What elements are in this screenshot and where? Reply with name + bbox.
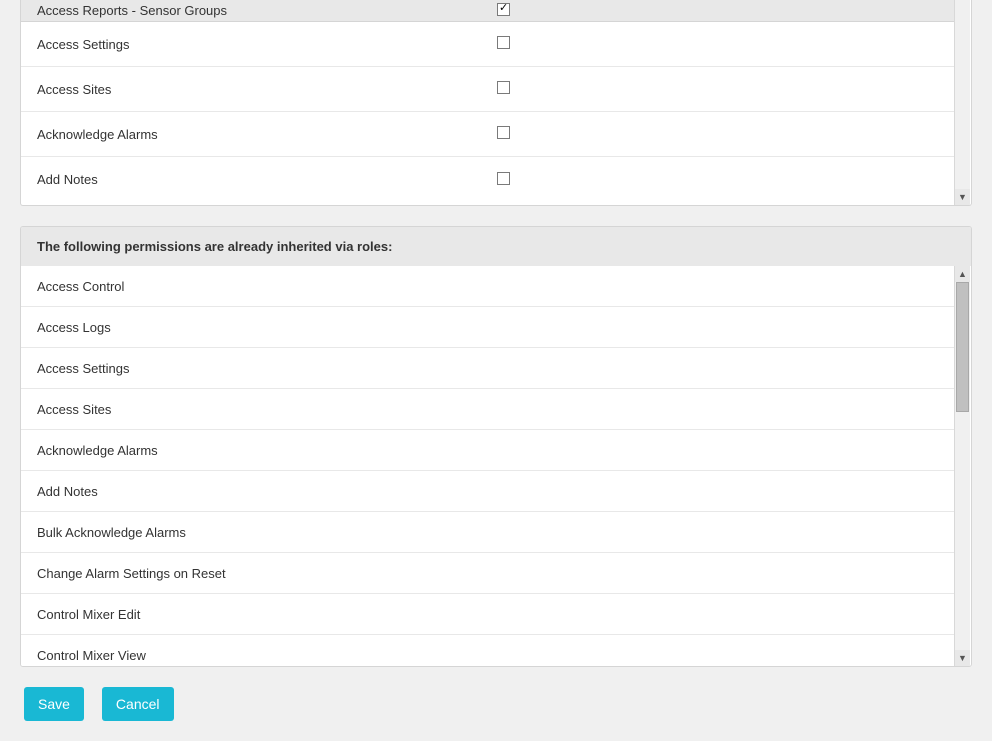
- inherited-permission-label: Access Sites: [37, 402, 111, 417]
- permissions-row: Access Sites: [21, 67, 955, 112]
- scrollbar[interactable]: ▼: [954, 0, 970, 205]
- inherited-permission-label: Add Notes: [37, 484, 98, 499]
- inherited-permission-label: Acknowledge Alarms: [37, 443, 158, 458]
- permission-checkbox[interactable]: [497, 172, 510, 185]
- permissions-row-header-cut: Access Reports - Sensor Groups: [21, 0, 955, 22]
- inherited-permission-row: Change Alarm Settings on Reset: [21, 553, 955, 594]
- inherited-permission-label: Control Mixer Edit: [37, 607, 140, 622]
- permission-checkbox[interactable]: [497, 126, 510, 139]
- inherited-permission-row: Access Control: [21, 266, 955, 307]
- form-actions: Save Cancel: [20, 687, 972, 741]
- permission-label: Acknowledge Alarms: [37, 127, 497, 142]
- permissions-row: Add Notes: [21, 157, 955, 202]
- inherited-permissions-panel: The following permissions are already in…: [20, 226, 972, 667]
- inherited-permission-label: Bulk Acknowledge Alarms: [37, 525, 186, 540]
- permission-label: Access Settings: [37, 37, 497, 52]
- inherited-permission-row: Control Mixer Edit: [21, 594, 955, 635]
- permission-label: Add Notes: [37, 172, 497, 187]
- scroll-down-icon[interactable]: ▼: [955, 650, 970, 666]
- permission-label: Access Reports - Sensor Groups: [37, 3, 497, 18]
- permissions-row: Acknowledge Alarms: [21, 112, 955, 157]
- inherited-permission-label: Control Mixer View: [37, 648, 146, 663]
- scrollbar[interactable]: ▲ ▼: [954, 266, 970, 666]
- inherited-permission-row: Access Logs: [21, 307, 955, 348]
- permission-checkbox[interactable]: [497, 81, 510, 94]
- inherited-permissions-header: The following permissions are already in…: [21, 227, 971, 266]
- scroll-down-icon[interactable]: ▼: [955, 189, 970, 205]
- cancel-button[interactable]: Cancel: [102, 687, 174, 721]
- permission-label: Access Sites: [37, 82, 497, 97]
- inherited-permission-label: Change Alarm Settings on Reset: [37, 566, 226, 581]
- save-button[interactable]: Save: [24, 687, 84, 721]
- inherited-permission-row: Access Settings: [21, 348, 955, 389]
- inherited-permission-label: Access Settings: [37, 361, 130, 376]
- permissions-row: Access Settings: [21, 22, 955, 67]
- scroll-up-icon[interactable]: ▲: [955, 266, 970, 282]
- inherited-permission-label: Access Control: [37, 279, 124, 294]
- inherited-permission-row: Add Notes: [21, 471, 955, 512]
- permission-checkbox[interactable]: [497, 3, 510, 16]
- scroll-thumb[interactable]: [956, 282, 969, 412]
- inherited-permission-row: Access Sites: [21, 389, 955, 430]
- permission-checkbox[interactable]: [497, 36, 510, 49]
- inherited-permission-row: Bulk Acknowledge Alarms: [21, 512, 955, 553]
- permissions-panel: Access Reports - Sensor Groups Access Se…: [20, 0, 972, 206]
- inherited-permission-row: Control Mixer View: [21, 635, 955, 667]
- inherited-permission-row: Acknowledge Alarms: [21, 430, 955, 471]
- inherited-permission-label: Access Logs: [37, 320, 111, 335]
